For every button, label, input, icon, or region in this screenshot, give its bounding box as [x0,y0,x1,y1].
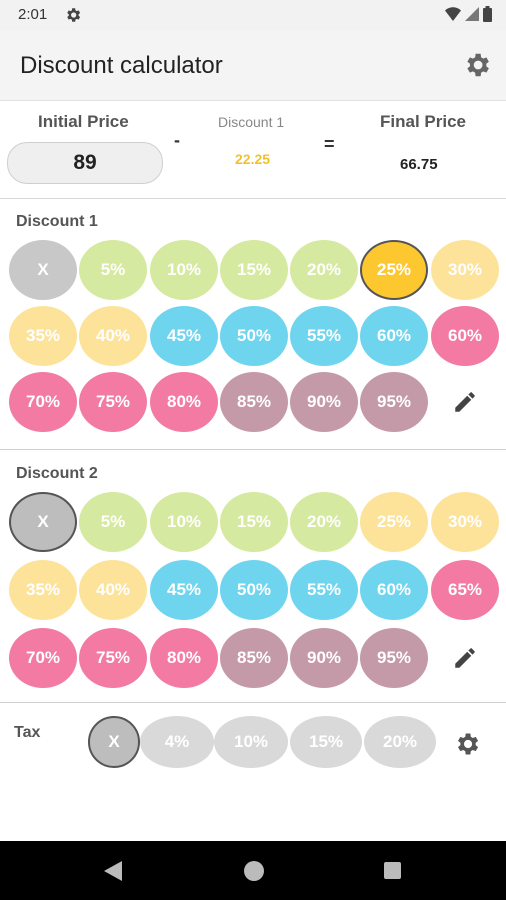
discount1-option-60[interactable]: 60% [360,306,428,366]
final-price-value: 66.75 [400,156,438,173]
recents-icon[interactable] [384,862,401,879]
discount1-option-75[interactable]: 75% [79,372,147,432]
initial-price-input[interactable] [7,142,163,184]
app-title: Discount calculator [20,52,223,79]
discount1-option-25[interactable]: 25% [360,240,428,300]
home-icon[interactable] [244,861,264,881]
signal-icon [465,7,479,21]
discount2-option-40[interactable]: 40% [79,560,147,620]
app-bar: Discount calculator [0,30,506,101]
discount1-option-20[interactable]: 20% [290,240,358,300]
discount2-option-35[interactable]: 35% [9,560,77,620]
discount2-option-70[interactable]: 70% [9,628,77,688]
discount2-option-75[interactable]: 75% [79,628,147,688]
status-time: 2:01 [18,6,48,23]
discount1-option-10[interactable]: 10% [150,240,218,300]
discount2-option-90[interactable]: 90% [290,628,358,688]
discount1-option-95[interactable]: 95% [360,372,428,432]
discount2-option-65[interactable]: 65% [431,560,499,620]
equals-operator: = [324,134,335,154]
discount-label: Discount 1 [218,114,285,130]
discount1-title: Discount 1 [16,213,98,230]
discount2-option-55[interactable]: 55% [290,560,358,620]
discount1-option-none[interactable]: X [9,240,77,300]
wifi-icon [445,7,461,21]
discount2-option-50[interactable]: 50% [220,560,288,620]
gear-icon [67,8,81,22]
back-icon[interactable] [102,860,124,882]
discount1-option-55[interactable]: 55% [290,306,358,366]
discount2-option-20[interactable]: 20% [290,492,358,552]
gear-icon[interactable] [453,730,481,758]
discount1-option-60-pink[interactable]: 60% [431,306,499,366]
discount1-option-30[interactable]: 30% [431,240,499,300]
discount1-option-70[interactable]: 70% [9,372,77,432]
discount1-option-40[interactable]: 40% [79,306,147,366]
discount-value: 22.25 [235,151,271,167]
tax-option-4[interactable]: 4% [140,716,214,768]
tax-option-15[interactable]: 15% [290,716,362,768]
initial-price-label: Initial Price [38,112,129,131]
section-divider [0,449,506,450]
discount2-option-95[interactable]: 95% [360,628,428,688]
minus-operator: - [174,130,180,150]
discount1-option-50[interactable]: 50% [220,306,288,366]
tax-option-20[interactable]: 20% [364,716,436,768]
section-divider [0,702,506,703]
discount1-option-85[interactable]: 85% [220,372,288,432]
status-icons [445,6,492,22]
discount1-option-5[interactable]: 5% [79,240,147,300]
discount1-option-15[interactable]: 15% [220,240,288,300]
discount2-option-85[interactable]: 85% [220,628,288,688]
discount2-option-none[interactable]: X [9,492,77,552]
discount1-option-35[interactable]: 35% [9,306,77,366]
discount2-option-45[interactable]: 45% [150,560,218,620]
discount2-option-15[interactable]: 15% [220,492,288,552]
pencil-icon[interactable] [452,645,478,671]
discount1-option-90[interactable]: 90% [290,372,358,432]
discount2-option-5[interactable]: 5% [79,492,147,552]
status-bar: 2:01 [0,0,506,30]
discount2-option-60[interactable]: 60% [360,560,428,620]
price-row: Initial Price - Discount 1 22.25 = Final… [0,100,506,199]
battery-icon [483,6,492,22]
discount2-option-25[interactable]: 25% [360,492,428,552]
discount2-option-10[interactable]: 10% [150,492,218,552]
tax-option-none[interactable]: X [88,716,140,768]
discount2-option-80[interactable]: 80% [150,628,218,688]
discount2-title: Discount 2 [16,465,98,482]
final-price-label: Final Price [380,112,466,131]
discount1-option-80[interactable]: 80% [150,372,218,432]
tax-title: Tax [14,724,41,741]
discount1-option-45[interactable]: 45% [150,306,218,366]
discount2-option-30[interactable]: 30% [431,492,499,552]
tax-option-10[interactable]: 10% [214,716,288,768]
gear-icon[interactable] [462,50,492,80]
pencil-icon[interactable] [452,389,478,415]
